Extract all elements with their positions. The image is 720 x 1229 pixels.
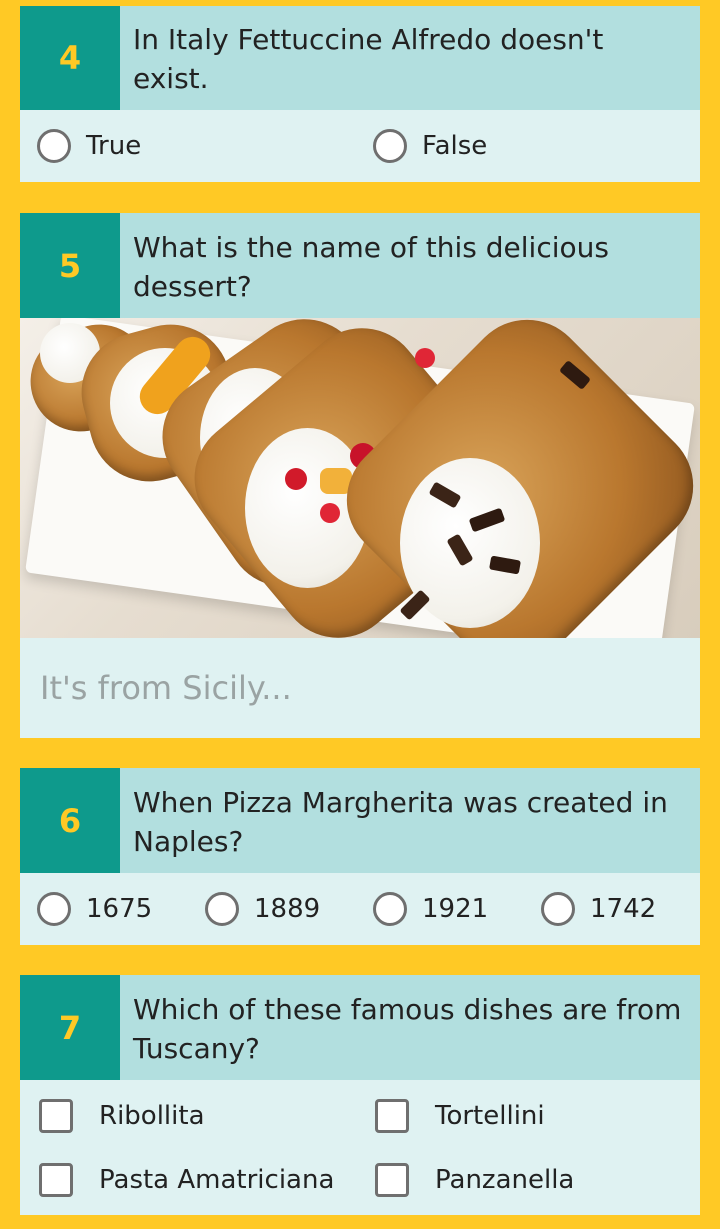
cannoli-photo: [20, 318, 700, 638]
checkbox[interactable]: [39, 1099, 73, 1133]
option-false[interactable]: False: [373, 110, 487, 182]
checkbox[interactable]: [39, 1163, 73, 1197]
option-label: Pasta Amatriciana: [99, 1165, 335, 1195]
candied-fruit: [320, 503, 340, 523]
answer-options: 1675 1889 1921 1742: [20, 873, 700, 945]
option-label: False: [422, 131, 488, 161]
option-ribollita[interactable]: Ribollita: [39, 1084, 205, 1148]
question-header: 7 Which of these famous dishes are from …: [20, 975, 700, 1080]
candied-fruit: [285, 468, 307, 490]
option-tortellini[interactable]: Tortellini: [375, 1084, 545, 1148]
option-true[interactable]: True: [37, 110, 141, 182]
option-1742[interactable]: 1742: [541, 873, 656, 945]
option-panzanella[interactable]: Panzanella: [375, 1148, 574, 1212]
answer-options: Ribollita Tortellini Pasta Amatriciana P…: [20, 1080, 700, 1215]
radio-button[interactable]: [205, 892, 239, 926]
option-label: Ribollita: [99, 1101, 205, 1131]
option-label: Tortellini: [435, 1101, 545, 1131]
option-label: Panzanella: [435, 1165, 575, 1195]
option-label: 1921: [422, 894, 489, 924]
option-1889[interactable]: 1889: [205, 873, 320, 945]
radio-button[interactable]: [37, 892, 71, 926]
option-1675[interactable]: 1675: [37, 873, 152, 945]
question-card-4: 4 In Italy Fettuccine Alfredo doesn't ex…: [20, 6, 700, 182]
question-text: Which of these famous dishes are from Tu…: [133, 993, 682, 1065]
question-number: 4: [20, 6, 120, 110]
question-header: 5 What is the name of this delicious des…: [20, 213, 700, 318]
question-text: When Pizza Margherita was created in Nap…: [133, 786, 668, 858]
question-number: 7: [20, 975, 120, 1080]
question-text: In Italy Fettuccine Alfredo doesn't exis…: [133, 23, 604, 95]
option-pasta-amatriciana[interactable]: Pasta Amatriciana: [39, 1148, 334, 1212]
checkbox[interactable]: [375, 1163, 409, 1197]
checkbox[interactable]: [375, 1099, 409, 1133]
option-label: 1889: [254, 894, 321, 924]
radio-button[interactable]: [373, 892, 407, 926]
question-text: What is the name of this delicious desse…: [133, 231, 609, 303]
question-number: 5: [20, 213, 120, 318]
answer-field[interactable]: It's from Sicily...: [20, 638, 700, 738]
option-label: 1742: [590, 894, 657, 924]
radio-button[interactable]: [37, 129, 71, 163]
radio-button[interactable]: [541, 892, 575, 926]
option-label: True: [86, 131, 142, 161]
question-card-7: 7 Which of these famous dishes are from …: [20, 975, 700, 1215]
question-header: 6 When Pizza Margherita was created in N…: [20, 768, 700, 873]
answer-options: True False: [20, 110, 700, 182]
question-number: 6: [20, 768, 120, 873]
radio-button[interactable]: [373, 129, 407, 163]
question-card-6: 6 When Pizza Margherita was created in N…: [20, 768, 700, 945]
question-header: 4 In Italy Fettuccine Alfredo doesn't ex…: [20, 6, 700, 110]
candied-fruit: [415, 348, 435, 368]
question-card-5: 5 What is the name of this delicious des…: [20, 213, 700, 738]
option-label: 1675: [86, 894, 153, 924]
answer-placeholder: It's from Sicily...: [40, 669, 292, 707]
option-1921[interactable]: 1921: [373, 873, 488, 945]
